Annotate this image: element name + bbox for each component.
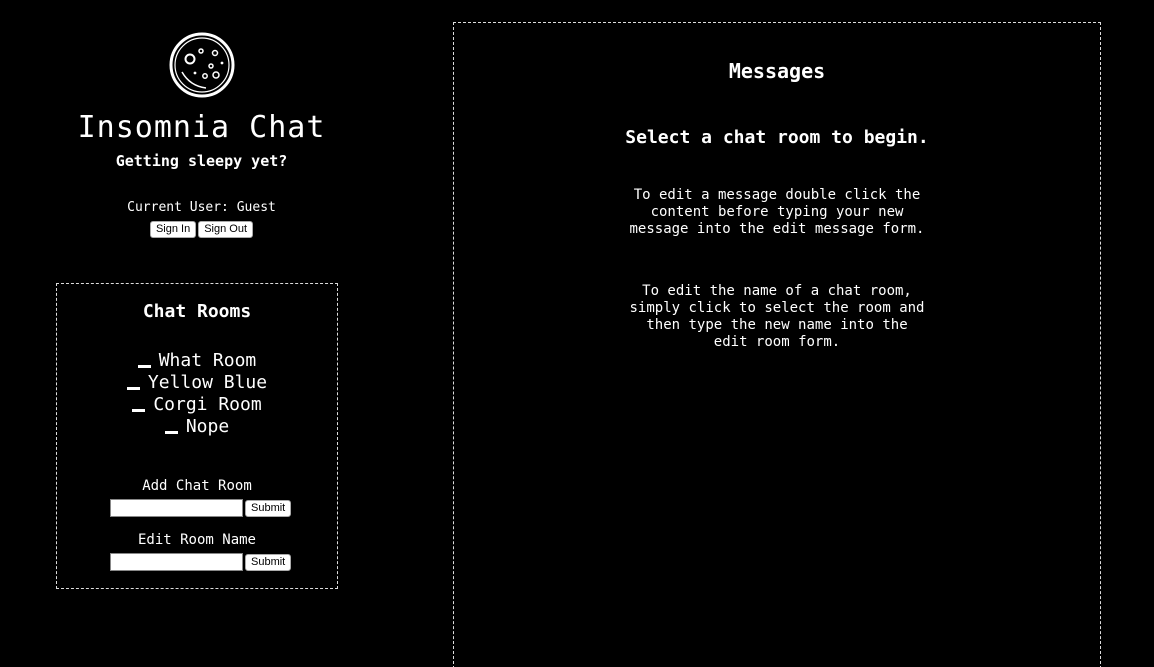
- edit-room-input[interactable]: [110, 553, 243, 571]
- app-root: Insomnia Chat Getting sleepy yet? Curren…: [0, 0, 1154, 667]
- auth-buttons: Sign In Sign Out: [0, 221, 403, 238]
- messages-panel: Messages Select a chat room to begin. To…: [453, 22, 1101, 667]
- app-title: Insomnia Chat: [77, 110, 326, 145]
- chat-rooms-panel: Chat Rooms What Room Yellow Blue Corgi R…: [56, 283, 338, 589]
- select-room-prompt: Select a chat room to begin.: [625, 127, 929, 148]
- edit-room-form: Submit: [110, 553, 300, 573]
- tagline: Getting sleepy yet?: [115, 152, 288, 170]
- room-item[interactable]: Yellow Blue: [57, 372, 337, 394]
- edit-room-submit-button[interactable]: Submit: [245, 554, 292, 571]
- sign-in-button[interactable]: Sign In: [149, 221, 197, 238]
- room-marker-icon: [132, 409, 146, 412]
- room-item-label: Yellow Blue: [147, 372, 268, 393]
- add-room-label: Add Chat Room: [142, 478, 252, 494]
- messages-heading: Messages: [728, 59, 826, 83]
- add-room-input[interactable]: [110, 499, 243, 517]
- add-room-form: Submit: [110, 499, 300, 519]
- room-item[interactable]: What Room: [57, 350, 337, 372]
- edit-room-help-text: To edit the name of a chat room, simply …: [629, 283, 925, 350]
- room-item-label: What Room: [158, 350, 257, 371]
- sidebar: Insomnia Chat Getting sleepy yet? Curren…: [0, 0, 403, 667]
- room-item[interactable]: Corgi Room: [57, 394, 337, 416]
- sign-out-button[interactable]: Sign Out: [198, 221, 254, 238]
- room-marker-icon: [126, 387, 140, 390]
- room-marker-icon: [164, 431, 178, 434]
- moon-icon: [169, 32, 235, 98]
- chat-rooms-heading: Chat Rooms: [142, 301, 252, 322]
- room-item-label: Nope: [185, 416, 230, 437]
- room-marker-icon: [137, 365, 151, 368]
- add-room-submit-button[interactable]: Submit: [245, 500, 292, 517]
- room-item[interactable]: Nope: [57, 416, 337, 438]
- room-item-label: Corgi Room: [153, 394, 262, 415]
- room-list: What Room Yellow Blue Corgi Room Nope: [57, 350, 337, 438]
- edit-message-help-text: To edit a message double click the conte…: [629, 187, 925, 237]
- edit-room-label: Edit Room Name: [137, 532, 256, 548]
- current-user-label: Current User: Guest: [127, 200, 276, 215]
